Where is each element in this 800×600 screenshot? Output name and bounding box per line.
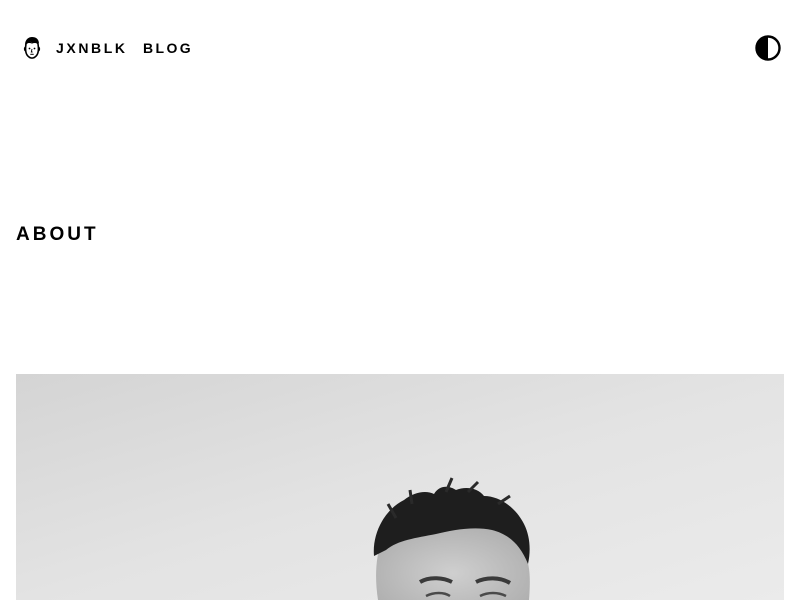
face-avatar-icon <box>22 36 42 60</box>
theme-toggle-button[interactable] <box>755 35 781 61</box>
page-title: ABOUT <box>16 224 99 245</box>
half-circle-contrast-icon <box>755 35 781 61</box>
nav-link-blog[interactable]: BLOG <box>143 36 193 60</box>
brand-home-link[interactable]: JXNBLK <box>22 36 128 60</box>
hero-portrait-photo <box>16 374 784 600</box>
site-header: JXNBLK BLOG <box>0 0 800 96</box>
main-nav: BLOG <box>143 36 193 60</box>
brand-name: JXNBLK <box>56 40 128 56</box>
